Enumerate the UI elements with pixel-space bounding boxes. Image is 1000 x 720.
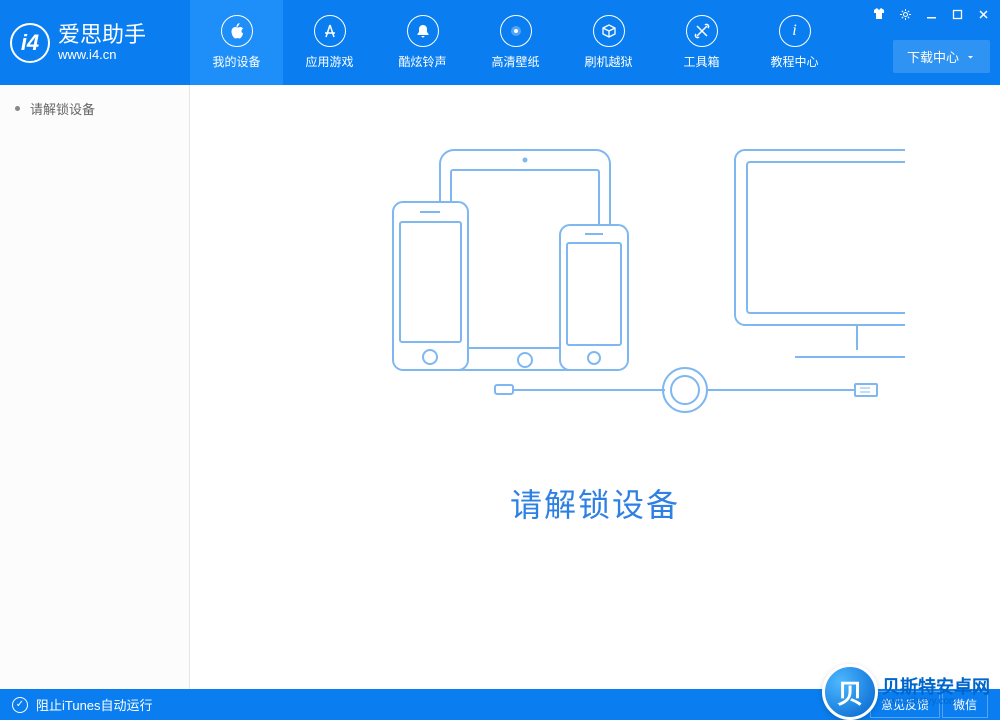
nav-label: 高清壁纸 <box>491 53 539 70</box>
watermark: 贝 贝斯特安卓网 www.zjbstyy.com <box>822 664 990 720</box>
box-icon <box>593 15 625 47</box>
theme-icon[interactable] <box>867 4 891 24</box>
watermark-logo-icon: 贝 <box>822 664 878 720</box>
nav-label: 工具箱 <box>683 53 719 70</box>
minimize-button[interactable] <box>919 4 943 24</box>
app-url: www.i4.cn <box>58 48 146 61</box>
unlock-message: 请解锁设备 <box>510 480 680 526</box>
watermark-title: 贝斯特安卓网 <box>882 678 990 696</box>
nav-label: 我的设备 <box>212 53 260 70</box>
nav-label: 刷机越狱 <box>584 53 632 70</box>
sidebar: 请解锁设备 <box>0 85 190 689</box>
download-icon <box>965 51 976 62</box>
app-title: 爱思助手 <box>58 24 146 46</box>
check-icon: ✓ <box>12 697 28 713</box>
tools-icon <box>686 15 718 47</box>
nav-jailbreak[interactable]: 刷机越狱 <box>562 0 655 85</box>
device-illustration <box>285 140 905 430</box>
bullet-icon <box>15 106 20 111</box>
bell-icon <box>407 15 439 47</box>
sidebar-item-unlock[interactable]: 请解锁设备 <box>0 85 189 132</box>
nav-label: 教程中心 <box>770 53 818 70</box>
window-controls <box>867 4 995 24</box>
wallpaper-icon <box>500 15 532 47</box>
logo-area: i4 爱思助手 www.i4.cn <box>0 23 190 63</box>
header: i4 爱思助手 www.i4.cn 我的设备 应用游戏 酷炫铃声 高清壁纸 <box>0 0 1000 85</box>
app-logo-icon: i4 <box>10 23 50 63</box>
download-label: 下载中心 <box>907 47 959 66</box>
nav-my-device[interactable]: 我的设备 <box>190 0 283 85</box>
info-icon: i <box>779 15 811 47</box>
nav-toolbox[interactable]: 工具箱 <box>655 0 748 85</box>
close-button[interactable] <box>971 4 995 24</box>
apple-icon <box>221 15 253 47</box>
itunes-block-toggle[interactable]: 阻止iTunes自动运行 <box>36 695 153 714</box>
watermark-url: www.zjbstyy.com <box>882 696 990 707</box>
sidebar-item-label: 请解锁设备 <box>30 99 95 118</box>
maximize-button[interactable] <box>945 4 969 24</box>
nav-tutorials[interactable]: i 教程中心 <box>748 0 841 85</box>
nav-label: 应用游戏 <box>305 53 353 70</box>
nav-ringtones[interactable]: 酷炫铃声 <box>376 0 469 85</box>
appstore-icon <box>314 15 346 47</box>
nav-label: 酷炫铃声 <box>398 53 446 70</box>
nav-wallpapers[interactable]: 高清壁纸 <box>469 0 562 85</box>
main-content: 请解锁设备 <box>190 85 1000 689</box>
nav-apps-games[interactable]: 应用游戏 <box>283 0 376 85</box>
settings-icon[interactable] <box>893 4 917 24</box>
download-center-button[interactable]: 下载中心 <box>893 40 990 73</box>
